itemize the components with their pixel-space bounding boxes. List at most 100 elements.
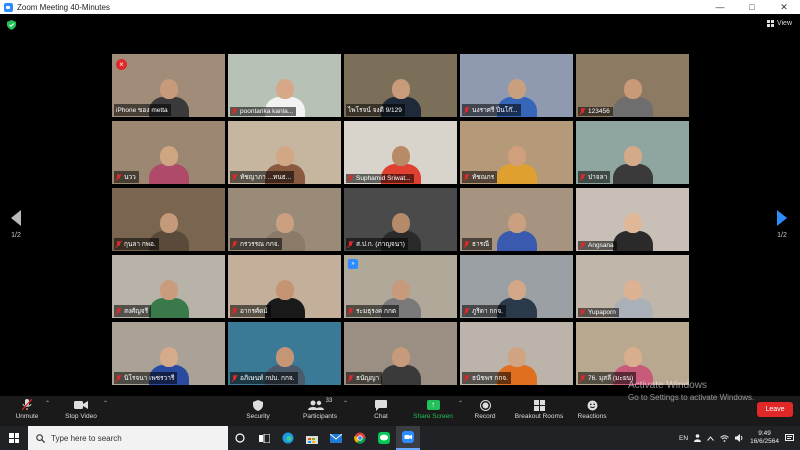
record-button[interactable]: Record (472, 398, 498, 420)
participant-tile[interactable]: ธนัชพร กกจ. (460, 322, 573, 385)
mic-muted-icon (580, 173, 586, 181)
security-button[interactable]: Security (242, 398, 274, 420)
store-taskbar-button[interactable] (300, 426, 324, 450)
participant-tile[interactable]: อากรศ์ดม์ (228, 255, 341, 318)
participant-tile[interactable]: Angsana (576, 188, 689, 251)
audio-options-caret-icon[interactable]: ⌃ (45, 400, 50, 407)
participant-name: Suphamid Sriwat... (356, 175, 411, 182)
participants-icon (307, 400, 324, 410)
mail-taskbar-button[interactable] (324, 426, 348, 450)
participant-name: ธารณี (472, 241, 490, 248)
mic-muted-icon (232, 307, 238, 315)
participants-button[interactable]: 33 Participants ⌃ (300, 398, 348, 420)
participant-name: Yupaporn (588, 309, 616, 316)
participant-nameplate: poontarika kanla... (230, 107, 297, 116)
participants-caret-icon[interactable]: ⌃ (343, 400, 348, 407)
search-placeholder: Type here to search (51, 433, 122, 443)
network-icon[interactable] (720, 434, 729, 442)
person-icon[interactable] (694, 434, 702, 442)
line-taskbar-button[interactable] (372, 426, 396, 450)
reactions-smiley-icon (587, 400, 597, 410)
participant-tile[interactable]: นงราศรี ปิ่นโก๊... (460, 54, 573, 117)
participant-nameplate: ปาจลา (578, 171, 611, 183)
participant-name: สงศัญจรี (124, 308, 149, 315)
participant-name: ธนัชพร กกจ. (472, 375, 508, 382)
participant-tile[interactable]: 123456 (576, 54, 689, 117)
taskbar-search-box[interactable]: Type here to search (28, 426, 228, 450)
participant-tile[interactable]: » ระมธุรงค กกต (344, 255, 457, 318)
close-button[interactable]: ✕ (768, 0, 800, 14)
chrome-taskbar-button[interactable] (348, 426, 372, 450)
security-label: Security (246, 413, 270, 420)
share-options-caret-icon[interactable]: ⌃ (458, 400, 463, 407)
edge-taskbar-button[interactable] (276, 426, 300, 450)
store-bag-icon (306, 435, 318, 444)
participant-tile[interactable]: Yupaporn (576, 255, 689, 318)
participant-tile[interactable]: นวว (112, 121, 225, 184)
participant-tile[interactable]: อภิเษนท์ กปบ. กกจ. (228, 322, 341, 385)
participant-name: ทัชณกร (472, 174, 495, 181)
chat-button[interactable]: Chat (369, 398, 393, 420)
search-icon (36, 433, 45, 443)
line-app-icon (378, 432, 390, 444)
watermark-subtitle: Go to Settings to activate Windows. (628, 393, 755, 402)
maximize-button[interactable]: □ (736, 0, 768, 14)
stop-video-button[interactable]: Stop Video ⌃ (62, 398, 108, 420)
participant-nameplate: อภิเษนท์ กปบ. กกจ. (230, 372, 298, 384)
participant-silhouette (612, 146, 653, 184)
participant-nameplate: ระมธุรงค กกต (346, 305, 400, 317)
participant-tile[interactable]: กุนลา กพอ. (112, 188, 225, 251)
previous-page-button[interactable]: 1/2 (6, 210, 26, 239)
start-button[interactable] (0, 426, 28, 450)
leave-button[interactable]: Leave (757, 402, 793, 417)
view-button[interactable]: View (766, 20, 792, 27)
encryption-shield-icon[interactable] (7, 20, 16, 30)
participant-tile[interactable]: กรวรรณ กกจ. (228, 188, 341, 251)
participant-tile[interactable]: ส.ป.ก. (ภาญจนา) (344, 188, 457, 251)
volume-icon[interactable] (735, 434, 744, 442)
next-page-button[interactable]: 1/2 (772, 210, 792, 239)
participant-tile[interactable]: poontarika kanla... (228, 54, 341, 117)
task-view-icon-button[interactable] (252, 426, 276, 450)
remove-tile-icon[interactable]: × (116, 59, 127, 70)
participant-tile[interactable]: × iPhone ของ metta (112, 54, 225, 117)
security-shield-icon (253, 399, 263, 411)
participant-tile[interactable]: ธารณี (460, 188, 573, 251)
show-hidden-icons-chevron-icon[interactable] (707, 435, 714, 441)
reactions-button[interactable]: Reactions (576, 398, 608, 420)
participant-nameplate: iPhone ของ metta (114, 104, 171, 116)
spotlight-icon[interactable]: » (348, 259, 358, 269)
zoom-taskbar-button[interactable] (396, 426, 420, 450)
participant-silhouette (148, 146, 189, 184)
meeting-stage: View 1/2 1/2 × iPhone ของ metta poontarika… (0, 14, 800, 396)
share-screen-button[interactable]: ↑ Share Screen ⌃ (411, 398, 463, 420)
participant-tile[interactable]: ภูริดา กกจ. (460, 255, 573, 318)
language-indicator[interactable]: EN (679, 435, 688, 442)
notifications-icon[interactable] (785, 434, 794, 442)
participant-tile[interactable]: ธนัญญา (344, 322, 457, 385)
participant-nameplate: 123456 (578, 107, 613, 116)
participant-tile[interactable]: Suphamid Sriwat... (344, 121, 457, 184)
system-tray: EN 9:49 16/6/2564 (679, 426, 794, 450)
minimize-button[interactable]: — (704, 0, 736, 14)
page-indicator-left: 1/2 (11, 232, 21, 239)
grid-icon (766, 20, 774, 27)
participant-tile[interactable]: ไพโรจน์ จงดี 9/129 (344, 54, 457, 117)
breakout-rooms-button[interactable]: Breakout Rooms (512, 398, 566, 420)
participant-tile[interactable]: ปาจลา (576, 121, 689, 184)
video-camera-icon (74, 401, 88, 409)
task-view-button[interactable] (228, 426, 252, 450)
mic-muted-icon (232, 374, 238, 382)
participant-nameplate: Angsana (578, 241, 617, 250)
video-options-caret-icon[interactable]: ⌃ (103, 400, 108, 407)
participant-tile[interactable]: ทัชญาภา ...ทนธ... (228, 121, 341, 184)
task-view-icon (258, 433, 270, 443)
taskbar-clock[interactable]: 9:49 16/6/2564 (750, 430, 779, 446)
participant-tile[interactable]: 76. มุสลี (มะยน) (576, 322, 689, 385)
participant-tile[interactable]: สงศัญจรี (112, 255, 225, 318)
participant-tile[interactable]: ทัชณกร (460, 121, 573, 184)
mic-muted-icon (580, 108, 586, 115)
participant-tile[interactable]: นิโรจนา เพชรวารี (112, 322, 225, 385)
mic-muted-icon (116, 374, 122, 382)
unmute-button[interactable]: Unmute ⌃ (12, 398, 50, 420)
